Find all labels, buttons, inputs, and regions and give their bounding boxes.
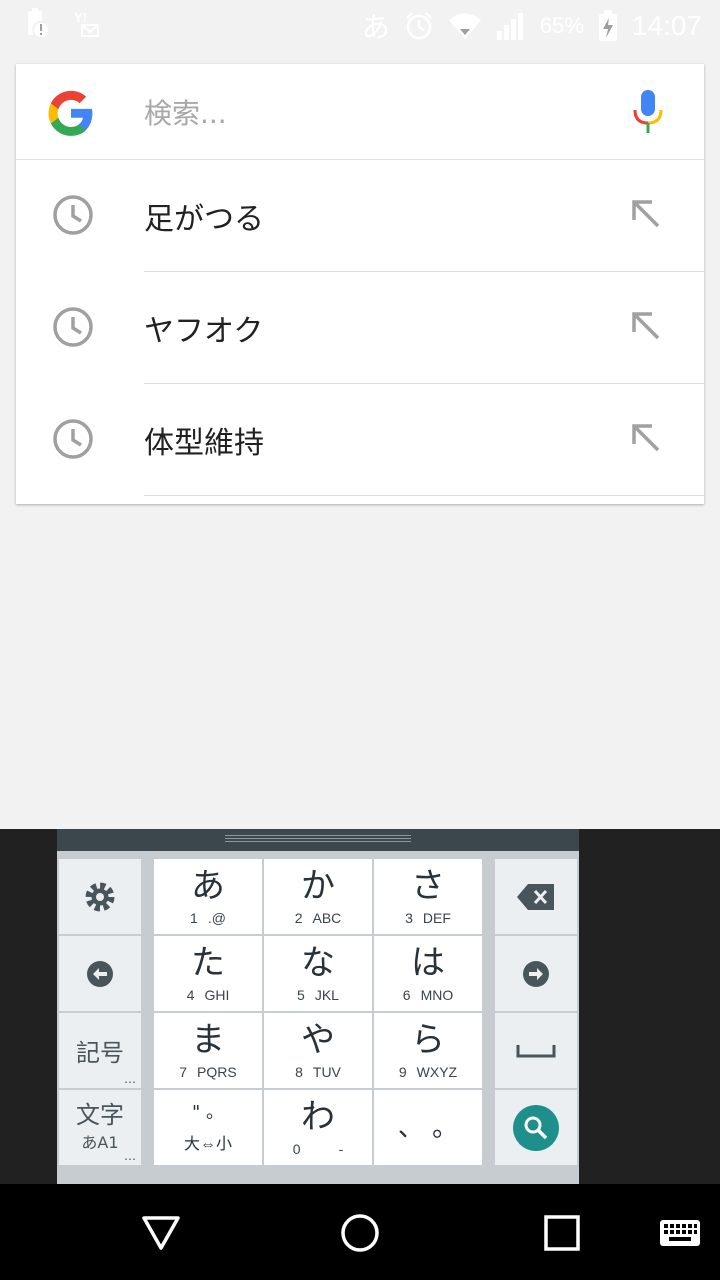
alarm-icon [405,12,432,40]
recents-square-icon[interactable] [541,1212,583,1254]
cursor-left-key[interactable] [59,936,141,1011]
punctuation-key[interactable]: 、 。 [374,1090,482,1165]
signal-icon [496,13,523,40]
input-mode-sub: あA1 [81,1132,119,1152]
more-dots: … [124,1149,137,1163]
arrow-right-circle-icon [523,960,549,987]
symbols-key[interactable]: 記号 … [59,1013,141,1088]
kana-key-sa[interactable]: さ 3 DEF [374,859,482,934]
svg-text:Y!: Y! [74,10,87,25]
arrow-left-circle-icon [87,960,113,987]
divider [144,495,704,496]
input-mode-key[interactable]: 文字 あA1 … [59,1090,141,1165]
history-clock-icon [53,307,93,347]
fill-query-arrow-icon[interactable] [630,422,664,456]
kana-key-ka[interactable]: か 2 ABC [264,859,372,934]
search-input[interactable] [144,88,604,138]
space-key[interactable] [495,1013,577,1088]
kana-key-ta[interactable]: た 4 GHI [154,936,262,1011]
notification-icons: Y! [22,8,102,40]
suggestion-item[interactable]: ヤフオク [16,272,704,384]
keyboard-resize-handle[interactable] [57,829,579,851]
suggestion-text: ヤフオク [144,314,264,349]
battery-percent: 65% [539,13,584,38]
suggestion-item[interactable]: 体型維持 [16,384,704,496]
space-bar-icon [516,1044,556,1057]
keyboard-area: 記号 … 文字 あA1 … あ 1 .@ か 2 ABC さ 3 DEF た 4 GHI… [0,829,720,1184]
backspace-icon [517,883,554,910]
kana-key-ya[interactable]: や 8 TUV [264,1013,372,1088]
kana-key-wa[interactable]: わ 0- [264,1090,372,1165]
suggestion-item[interactable]: 足がつる [16,160,704,272]
search-icon [524,1116,548,1139]
home-circle-icon[interactable] [339,1212,381,1254]
kana-key-na[interactable]: な 5 JKL [264,936,372,1011]
kana-key-ha[interactable]: は 6 MNO [374,936,482,1011]
wifi-icon [448,13,481,39]
keyboard-switch-icon[interactable] [658,1212,702,1254]
microphone-icon[interactable] [630,90,666,134]
search-key[interactable] [495,1090,577,1165]
google-logo-icon [48,90,93,136]
kana-key-a[interactable]: あ 1 .@ [154,859,262,934]
cursor-right-key[interactable] [495,936,577,1011]
dakuten-key[interactable]: " 。 大⇔小 [154,1090,262,1165]
battery-charging-icon [598,10,617,41]
navigation-bar [0,1184,720,1280]
back-triangle-icon[interactable] [140,1212,182,1254]
ime-indicator: あ [361,11,390,44]
suggestion-text: 体型維持 [144,426,264,461]
kana-key-ra[interactable]: ら 9 WXYZ [374,1013,482,1088]
gear-icon [85,882,115,911]
settings-key[interactable] [59,859,141,934]
system-icons: あ 65% 14:07 [362,6,702,46]
fill-query-arrow-icon[interactable] [630,310,664,344]
suggestion-text: 足がつる [144,202,264,237]
symbols-key-label: 記号 [76,1039,124,1067]
status-bar: Y! あ 65% 14:07 [0,0,720,50]
clock-time: 14:07 [631,10,702,41]
yahoo-mail-icon: Y! [74,10,99,37]
battery-alert-icon [28,8,50,39]
search-card: 足がつる ヤフオク 体型維持 [16,64,704,504]
search-bar [16,64,704,160]
keyboard: 記号 … 文字 あA1 … あ 1 .@ か 2 ABC さ 3 DEF た 4 GHI… [57,829,579,1184]
input-mode-label: 文字 [76,1100,124,1129]
kana-key-ma[interactable]: ま 7 PQRS [154,1013,262,1088]
history-clock-icon [53,419,93,459]
history-clock-icon [53,195,93,235]
fill-query-arrow-icon[interactable] [630,198,664,232]
more-dots: … [124,1072,137,1086]
backspace-key[interactable] [495,859,577,934]
